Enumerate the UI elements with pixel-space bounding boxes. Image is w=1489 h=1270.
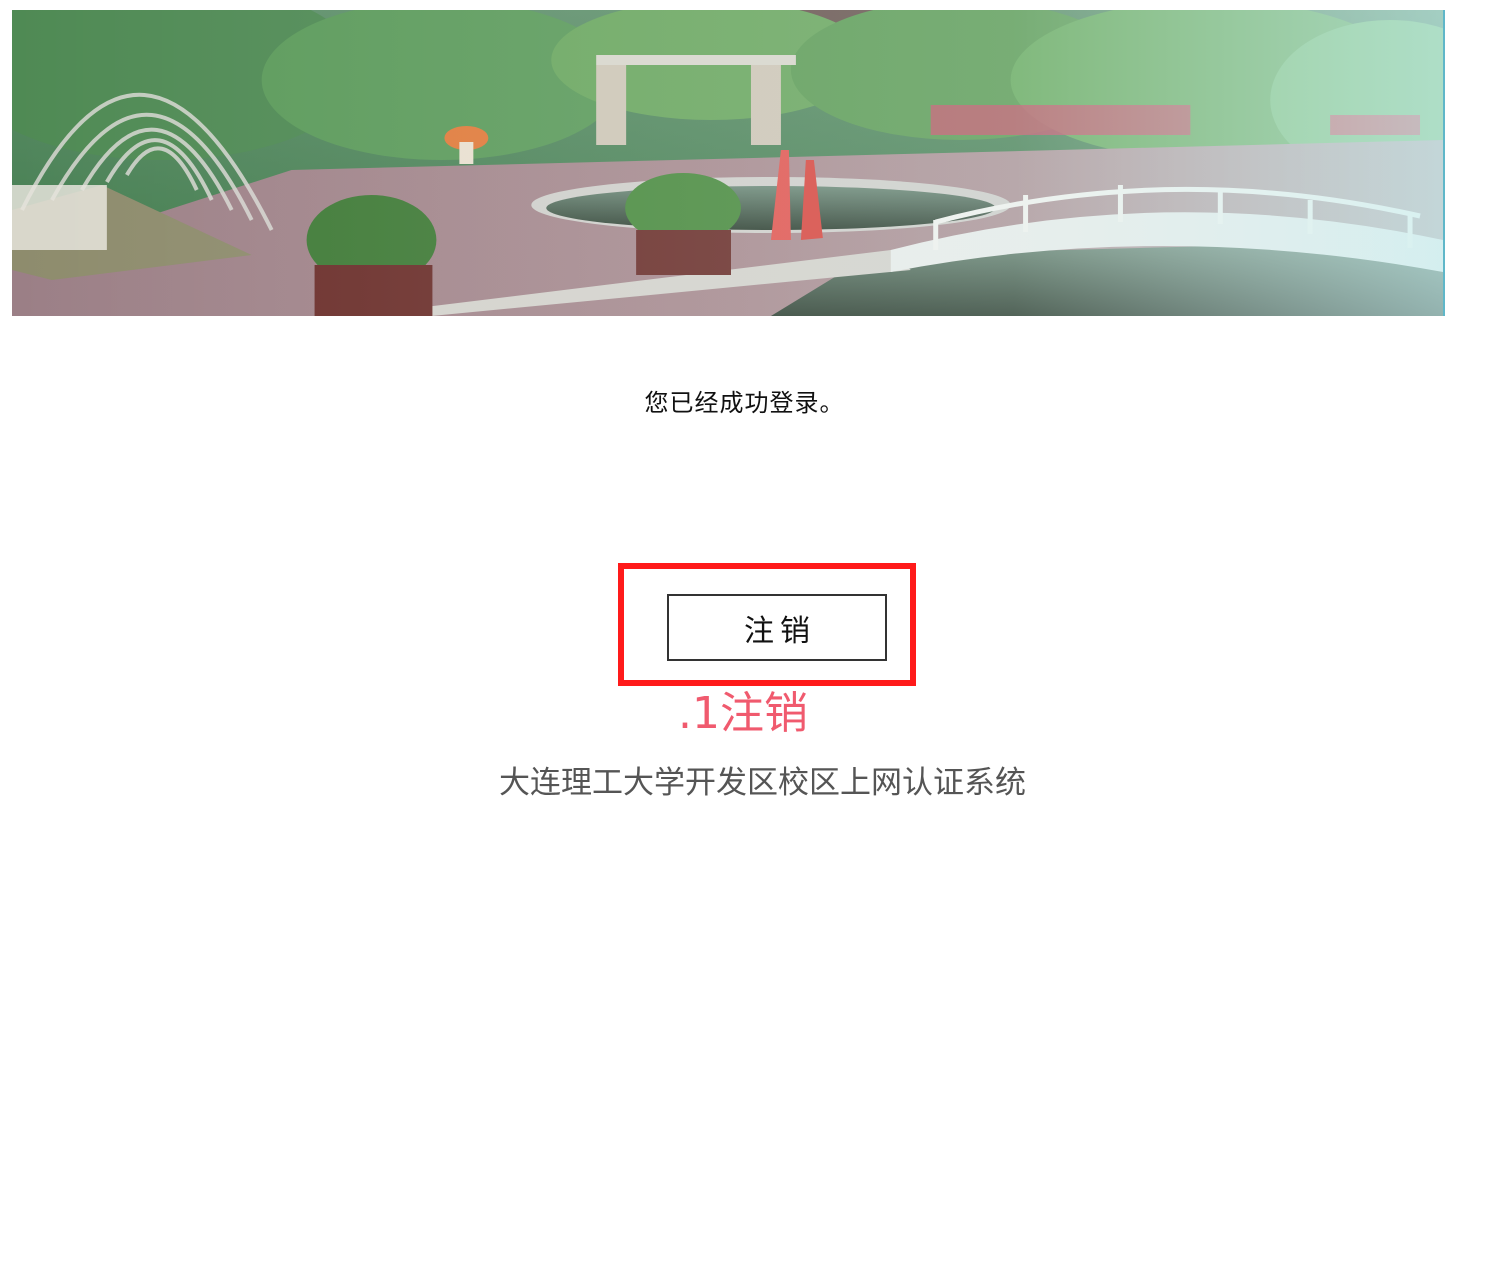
logout-button[interactable]: 注销 <box>667 594 887 661</box>
system-title: 大连理工大学开发区校区上网认证系统 <box>499 765 1026 801</box>
login-success-message: 您已经成功登录。 <box>644 389 845 417</box>
page: 您已经成功登录。 注销 .1注销 大连理工大学开发区校区上网认证系统 <box>0 0 1489 1270</box>
annotation-label: .1注销 <box>678 688 808 739</box>
banner-picture <box>12 10 1443 316</box>
banner-image <box>12 10 1445 316</box>
